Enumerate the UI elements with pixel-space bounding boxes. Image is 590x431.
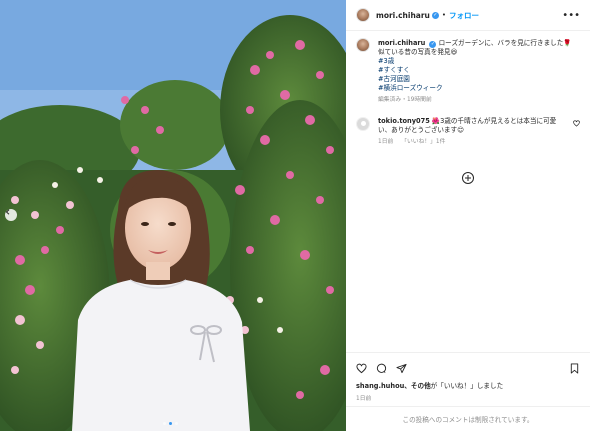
- avatar[interactable]: [356, 38, 370, 52]
- follow-button[interactable]: フォロー: [449, 10, 479, 21]
- avatar[interactable]: [356, 8, 370, 22]
- author-username[interactable]: mori.chiharu: [376, 11, 430, 20]
- caption-line: ローズガーデンに、バラを見に行きました🌹: [438, 39, 572, 47]
- comment-time: 1日前: [378, 139, 394, 145]
- more-horizontal-icon[interactable]: •••: [562, 10, 580, 21]
- post-body: mori.chiharu ✓ ローズガーデンに、バラを見に行きました🌹 似ている…: [346, 31, 590, 147]
- caption-username[interactable]: mori.chiharu: [378, 39, 425, 47]
- post-header: mori.chiharu ✓ • フォロー •••: [346, 0, 590, 31]
- post-side-panel: mori.chiharu ✓ • フォロー ••• mori.chiharu ✓…: [346, 0, 590, 431]
- comment-likes[interactable]: 「いいね！」1件: [401, 139, 445, 145]
- hashtag-link[interactable]: #古河庭園: [378, 75, 572, 84]
- carousel-dot: [163, 422, 166, 425]
- liker-username[interactable]: shang.huhou: [356, 382, 404, 390]
- comment-meta: 1日前 「いいね！」1件: [378, 138, 569, 147]
- comment-body: tokio.tony075 🌺3歳の千晴さんが見えるとは本当に可愛い、ありがとう…: [378, 117, 569, 147]
- hashtag-link[interactable]: #横浜ローズウィーク: [378, 84, 572, 93]
- caption-line: 似ている昔の写真を発見😆: [378, 48, 458, 56]
- send-icon[interactable]: [396, 363, 407, 374]
- carousel-prev-button[interactable]: [5, 209, 17, 221]
- action-bar: [346, 353, 590, 377]
- comment-icon[interactable]: [376, 363, 387, 374]
- comment-username[interactable]: tokio.tony075: [378, 117, 430, 125]
- carousel-dot-active: [169, 422, 172, 425]
- post-actions-section: shang.huhou、その他が「いいね！」しました 1日前: [346, 352, 590, 402]
- comment: tokio.tony075 🌺3歳の千晴さんが見えるとは本当に可愛い、ありがとう…: [356, 117, 580, 147]
- carousel-dots: [163, 422, 178, 425]
- likes-suffix: が「いいね！」しました: [430, 382, 504, 390]
- post-date[interactable]: 1日前: [346, 390, 590, 402]
- likes-summary: shang.huhou、その他が「いいね！」しました: [346, 377, 590, 390]
- comments-limited-notice: この投稿へのコメントは制限されています。: [346, 406, 590, 431]
- heart-icon[interactable]: [573, 120, 580, 129]
- separator: •: [441, 11, 447, 19]
- load-more-comments-button[interactable]: [462, 172, 474, 184]
- caption-text: mori.chiharu ✓ ローズガーデンに、バラを見に行きました🌹 似ている…: [378, 39, 572, 105]
- bookmark-icon[interactable]: [569, 362, 580, 374]
- verified-badge-icon: ✓: [431, 11, 439, 19]
- hashtag-link[interactable]: #3歳: [378, 57, 572, 66]
- carousel-dot: [175, 422, 178, 425]
- avatar[interactable]: [356, 117, 370, 131]
- hashtag-link[interactable]: #すくすく: [378, 66, 572, 75]
- heart-icon[interactable]: [356, 363, 367, 374]
- caption-meta: 編集済み・19時間前: [378, 97, 432, 103]
- chevron-left-icon: [5, 209, 10, 215]
- plus-icon: [465, 175, 471, 181]
- rose-garden-photo: [0, 0, 346, 431]
- post-photo[interactable]: [0, 0, 346, 431]
- caption: mori.chiharu ✓ ローズガーデンに、バラを見に行きました🌹 似ている…: [356, 38, 580, 105]
- verified-badge-icon: ✓: [429, 41, 437, 48]
- likes-others[interactable]: 、その他: [404, 382, 430, 390]
